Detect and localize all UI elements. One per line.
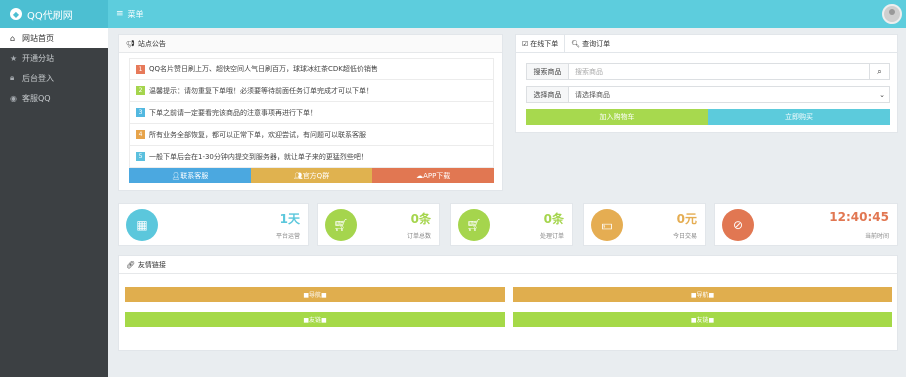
stat-card-orders: 🛒︎ 0条 订单总数 [317,203,440,246]
sidebar-item-label: 后台登入 [22,73,54,83]
friend-link-button[interactable]: ■友链■ [125,312,505,327]
clock-icon: ⊘ [722,209,754,241]
notice-text: QQ名片赞日刷上万、超快空间人气日刷百万，球球冰红茶CDK超低价销售 [149,65,378,73]
list-item: 2 温馨提示：请勿重复下单哦！必须要等待前面任务订单完成才可以下单！ [129,80,494,102]
tab-place-order[interactable]: ☑ 在线下单 [516,35,566,52]
notice-number: 2 [136,86,145,95]
add-to-cart-button[interactable]: 加入购物车 [526,109,708,125]
notice-number: 4 [136,130,145,139]
order-tabs: ☑ 在线下单 🔍︎ 查询订单 [516,35,897,53]
stat-card-uptime: ▦ 1天 平台运营 [118,203,309,246]
stat-value: 0元 [676,212,697,226]
notice-text: 下单之前请一定要看完该商品的注意事项再进行下单！ [149,108,317,117]
contact-support-label: 联系客服 [180,171,209,180]
nav-link-button[interactable]: ■导航■ [125,287,505,302]
cart-icon: 🛒︎ [325,209,357,241]
user-avatar[interactable] [882,4,902,24]
star-icon: ★ [10,53,18,63]
stat-label: 平台运营 [275,233,300,240]
notice-buttons: 👤︎ 联系客服 👥︎ 官方Q群 ☁︎ APP下载 [129,168,495,183]
friend-links-title: 友情链接 [137,260,166,269]
friend-links-header: 🔗︎ 友情链接 [119,256,897,274]
stat-value: 1天 [279,212,300,226]
search-button[interactable]: ⌕ [869,64,889,79]
select-row: 选择商品 请选择商品 ⌄ [526,86,890,103]
cart-check-icon: 🛒︎ [458,209,490,241]
tab-place-order-label: 在线下单 [530,39,559,48]
nav-link-button[interactable]: ■导航■ [513,287,892,302]
app-download-button[interactable]: ☁︎ APP下载 [372,168,495,183]
search-icon: 🔍︎ [571,39,581,48]
contact-support-button[interactable]: 👤︎ 联系客服 [129,168,251,183]
qq-icon: ◉ [10,93,17,103]
brand[interactable]: ◆ QQ代刷网 [0,0,108,28]
friend-links-panel: 🔗︎ 友情链接 ■导航■ ■导航■ ■友链■ ■友链■ [118,255,898,351]
check-square-icon: ☑ [522,39,529,48]
sidebar-item-open-substation[interactable]: ★ 开通分站 [0,48,108,68]
tab-query-order[interactable]: 🔍︎ 查询订单 [565,35,616,52]
search-icon: ⌕ [877,66,882,76]
search-row: 搜索商品 搜索商品 ⌕ [526,63,890,80]
sidebar-item-label: 网站首页 [22,33,54,43]
buy-now-button[interactable]: 立即购买 [708,109,890,125]
order-panel: ☑ 在线下单 🔍︎ 查询订单 搜索商品 搜索商品 ⌕ 选择商品 请选择商品 ⌄ … [515,34,898,133]
sidebar: ⌂ 网站首页 ★ 开通分站 🔒︎ 后台登入 ◉ 客服QQ [0,28,108,377]
notice-text: 温馨提示：请勿重复下单哦！必须要等待前面任务订单完成才可以下单！ [149,86,373,95]
home-icon: ⌂ [10,33,16,43]
bullhorn-icon: 📢︎ [126,39,135,48]
sidebar-item-label: 客服QQ [22,93,51,103]
stat-label: 当前时间 [864,233,889,240]
app-download-label: APP下载 [423,171,451,180]
notice-text: 所有业务全部恢复，都可以正常下单，欢迎尝试，有问题可以联系客服 [149,130,366,139]
order-buttons: 加入购物车 立即购买 [526,109,890,125]
money-icon: 💵︎ [591,209,623,241]
search-input[interactable]: 搜索商品 [569,64,869,79]
stat-label: 今日交易 [672,233,697,240]
stat-value: 0条 [410,212,431,226]
notice-number: 3 [136,108,145,117]
stat-label: 订单总数 [406,233,431,240]
sidebar-item-home[interactable]: ⌂ 网站首页 [0,28,108,48]
cloud-download-icon: ☁︎ [416,171,424,180]
stat-label: 处理订单 [539,233,564,240]
menu-toggle-button[interactable]: ≡ 菜单 [116,0,144,28]
notice-panel: 📢︎ 站点公告 1 QQ名片赞日刷上万、超快空间人气日刷百万，球球冰红茶CDK超… [118,34,503,191]
notice-title: 站点公告 [137,39,166,48]
top-bar: ◆ QQ代刷网 ≡ 菜单 [0,0,906,28]
sidebar-item-support-qq[interactable]: ◉ 客服QQ [0,88,108,108]
stat-value: 12:40:45 [829,210,889,224]
list-item: 1 QQ名片赞日刷上万、超快空间人气日刷百万，球球冰红茶CDK超低价销售 [129,58,494,80]
brand-title: QQ代刷网 [27,10,73,22]
lock-icon: 🔒︎ [10,73,15,82]
stat-value: 0条 [543,212,564,226]
stat-card-today-trade: 💵︎ 0元 今日交易 [583,203,706,246]
product-select[interactable]: 请选择商品 [569,87,875,102]
link-icon: 🔗︎ [126,260,135,269]
notice-text: 一般下单后会在1-30分钟内提交到服务器，就让单子来的更猛烈些吧！ [149,152,368,161]
menu-label: 菜单 [127,9,144,19]
calendar-icon: ▦ [126,209,158,241]
official-group-button[interactable]: 👥︎ 官方Q群 [250,168,373,183]
chevron-down-icon[interactable]: ⌄ [875,87,889,102]
notice-header: 📢︎ 站点公告 [119,35,502,53]
notice-number: 1 [136,64,145,74]
search-label: 搜索商品 [527,64,569,79]
notice-number: 5 [136,152,145,161]
qq-penguin-icon: ◆ [10,8,22,20]
official-group-label: 官方Q群 [302,171,330,180]
user-icon: 👤︎ [171,171,181,180]
stat-card-processed: 🛒︎ 0条 处理订单 [450,203,573,246]
sidebar-item-label: 开通分站 [22,53,54,63]
stat-card-current-time: ⊘ 12:40:45 当前时间 [714,203,898,246]
sidebar-item-admin-login[interactable]: 🔒︎ 后台登入 [0,68,108,88]
list-item: 3 下单之前请一定要看完该商品的注意事项再进行下单！ [129,102,494,124]
group-icon: 👥︎ [293,171,303,180]
friend-link-button[interactable]: ■友链■ [513,312,892,327]
hamburger-icon: ≡ [116,9,124,19]
select-label: 选择商品 [527,87,569,102]
notice-list: 1 QQ名片赞日刷上万、超快空间人气日刷百万，球球冰红茶CDK超低价销售 2 温… [129,58,494,168]
list-item: 4 所有业务全部恢复，都可以正常下单，欢迎尝试，有问题可以联系客服 [129,124,494,146]
tab-query-order-label: 查询订单 [582,39,611,48]
list-item: 5 一般下单后会在1-30分钟内提交到服务器，就让单子来的更猛烈些吧！ [129,146,494,168]
